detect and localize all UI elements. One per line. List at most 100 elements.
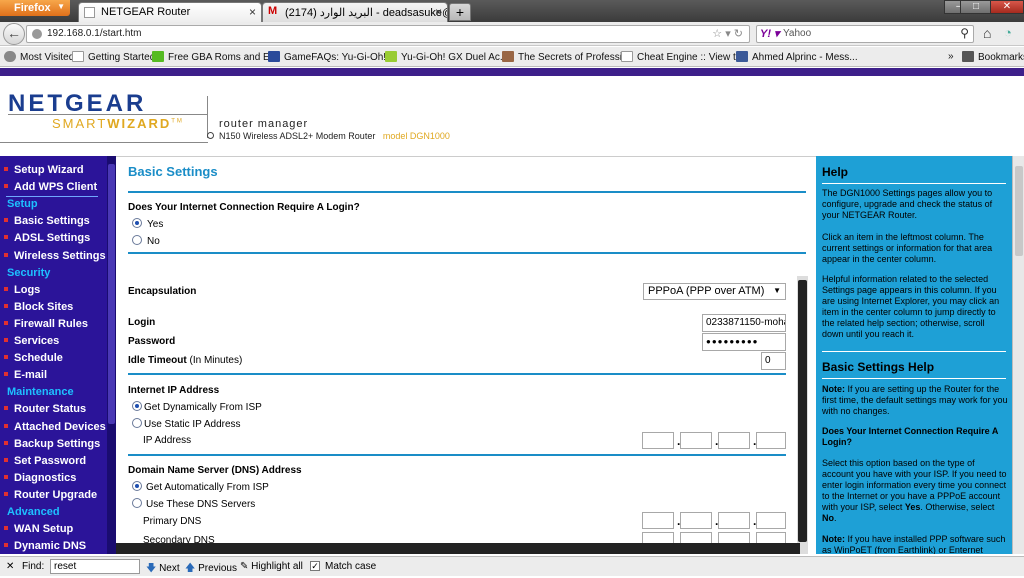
firefox-menu-button[interactable]: Firefox ▼ bbox=[0, 0, 70, 16]
menu-item-label: Diagnostics bbox=[14, 471, 77, 484]
find-previous-button[interactable]: 🡅 Previous bbox=[185, 561, 237, 578]
login-input[interactable]: 0233871150-moha bbox=[702, 314, 786, 332]
menu-item-label: Attached Devices bbox=[14, 420, 106, 433]
menu-item-services[interactable]: Services bbox=[4, 335, 59, 347]
menu-item-label: Block Sites bbox=[14, 300, 74, 313]
menu-item-e-mail[interactable]: E-mail bbox=[4, 369, 47, 381]
content-scrollbar[interactable] bbox=[797, 276, 808, 554]
menu-item-router-status[interactable]: Router Status bbox=[4, 403, 86, 415]
bookmark-gba-roms[interactable]: Free GBA Roms and E... bbox=[152, 51, 278, 63]
bookmark-facebook[interactable]: Ahmed Alprinc - Mess... bbox=[736, 51, 858, 63]
url-bar[interactable]: 192.168.0.1/start.htm ☆ ▾ ↻ bbox=[26, 25, 750, 43]
menu-item-backup-settings[interactable]: Backup Settings bbox=[4, 438, 100, 450]
help-scrollbar[interactable] bbox=[1012, 156, 1024, 554]
close-find-icon[interactable]: ✕ bbox=[6, 561, 14, 572]
bookmark-getting-started[interactable]: Getting Started bbox=[72, 51, 155, 63]
bookmarks-menu[interactable]: Bookmarks bbox=[962, 51, 1024, 63]
menu-item-add-wps-client[interactable]: Add WPS Client bbox=[4, 181, 97, 193]
menu-item-block-sites[interactable]: Block Sites bbox=[4, 301, 73, 313]
dns-auto-radio[interactable] bbox=[132, 481, 142, 491]
menu-item-wan-setup[interactable]: WAN Setup bbox=[4, 523, 73, 535]
highlight-all-button[interactable]: ✎ Highlight all bbox=[240, 561, 303, 572]
scroll-thumb[interactable] bbox=[108, 164, 115, 424]
menu-item-label: Backup Settings bbox=[14, 437, 101, 450]
menu-item-router-upgrade[interactable]: Router Upgrade bbox=[4, 489, 97, 501]
menu-scrollbar[interactable] bbox=[107, 156, 116, 554]
menu-item-basic-settings[interactable]: Basic Settings bbox=[4, 215, 90, 227]
note-label: Note: bbox=[822, 384, 845, 394]
menu-item-set-password[interactable]: Set Password bbox=[4, 455, 86, 467]
menu-item-firewall-rules[interactable]: Firewall Rules bbox=[4, 318, 88, 330]
menu-item-setup-wizard[interactable]: Setup Wizard bbox=[4, 164, 84, 176]
ip-octet-2[interactable] bbox=[680, 432, 712, 449]
menu-item-schedule[interactable]: Schedule bbox=[4, 352, 63, 364]
reload-icon[interactable]: ↻ bbox=[734, 28, 743, 40]
back-button[interactable]: ← bbox=[3, 23, 25, 45]
addon-icon[interactable]: ◔ bbox=[1004, 25, 1012, 40]
divider bbox=[128, 454, 786, 456]
scroll-thumb[interactable] bbox=[1015, 166, 1023, 256]
help-section-title: Basic Settings Help bbox=[822, 360, 935, 374]
help-note: Note: If you have installed PPP software… bbox=[822, 534, 1008, 554]
bookmark-yugioh-duel[interactable]: Yu-Gi-Oh! GX Duel Ac... bbox=[385, 51, 508, 63]
bullet-icon bbox=[4, 457, 8, 462]
left-menu: Setup Wizard Add WPS Client Setup Basic Set… bbox=[0, 156, 116, 554]
password-input[interactable]: ●●●●●●●●● bbox=[702, 333, 786, 351]
history-dropdown-icon[interactable]: ▾ bbox=[725, 28, 731, 40]
primary-dns-octet-2[interactable] bbox=[680, 512, 712, 529]
menu-heading-security: Security bbox=[7, 266, 51, 279]
firefox-menu-label: Firefox bbox=[14, 2, 51, 14]
login-no-radio[interactable] bbox=[132, 235, 142, 245]
primary-dns-octet-4[interactable] bbox=[756, 512, 786, 529]
idle-timeout-input[interactable]: 0 bbox=[761, 352, 786, 370]
bullet-icon bbox=[4, 338, 8, 342]
primary-dns-octet-3[interactable] bbox=[718, 512, 750, 529]
ip-section-title: Internet IP Address bbox=[128, 385, 220, 396]
close-tab-icon[interactable]: × bbox=[249, 5, 256, 19]
find-label: Find: bbox=[22, 561, 45, 572]
find-input[interactable]: reset bbox=[50, 559, 140, 574]
find-next-button[interactable]: 🡇 Next bbox=[146, 561, 180, 578]
menu-item-adsl-settings[interactable]: ADSL Settings bbox=[4, 232, 90, 244]
tab-netgear-router[interactable]: NETGEAR Router × bbox=[78, 2, 262, 22]
ip-dynamic-radio[interactable] bbox=[132, 401, 142, 411]
divider bbox=[6, 196, 98, 198]
bullet-icon bbox=[4, 320, 8, 325]
menu-item-diagnostics[interactable]: Diagnostics bbox=[4, 472, 76, 484]
home-icon[interactable]: ⌂ bbox=[983, 25, 991, 41]
bookmark-star-icon[interactable]: ☆ bbox=[712, 28, 722, 40]
menu-item-logs[interactable]: Logs bbox=[4, 284, 40, 296]
bookmark-most-visited[interactable]: Most Visited bbox=[4, 51, 74, 63]
ip-octet-4[interactable] bbox=[756, 432, 786, 449]
help-question: Does Your Internet Connection Require A … bbox=[822, 426, 999, 447]
bookmark-gamefaqs[interactable]: GameFAQs: Yu-Gi-Oh!... bbox=[268, 51, 394, 63]
scroll-thumb[interactable] bbox=[798, 280, 807, 542]
new-tab-button[interactable]: + bbox=[449, 3, 471, 21]
bookmark-secrets[interactable]: The Secrets of Professi... bbox=[502, 51, 630, 63]
bookmark-cheat-engine[interactable]: Cheat Engine :: View t... bbox=[621, 51, 744, 63]
ip-dynamic-label: Get Dynamically From ISP bbox=[144, 402, 262, 413]
maximize-button[interactable]: □ bbox=[960, 0, 992, 14]
ip-static-radio[interactable] bbox=[132, 418, 142, 428]
ip-static-label: Use Static IP Address bbox=[144, 419, 241, 430]
close-tab-icon[interactable]: × bbox=[435, 5, 442, 19]
encapsulation-select[interactable]: PPPoA (PPP over ATM) ▼ bbox=[643, 283, 786, 300]
menu-item-wireless-settings[interactable]: Wireless Settings bbox=[4, 250, 106, 262]
horizontal-scrollbar[interactable] bbox=[116, 543, 800, 554]
primary-dns-label: Primary DNS bbox=[143, 516, 202, 527]
dns-manual-radio[interactable] bbox=[132, 498, 142, 508]
menu-item-attached-devices[interactable]: Attached Devices bbox=[4, 421, 106, 433]
bookmark-label: The Secrets of Professi... bbox=[518, 52, 631, 63]
match-case-checkbox[interactable]: ✓ bbox=[310, 561, 320, 571]
search-icon[interactable]: ⚲ bbox=[960, 26, 969, 40]
tab-gmail-inbox[interactable]: M البريد الوارد (2174) - deadsasuke@g...… bbox=[262, 2, 448, 22]
ip-octet-3[interactable] bbox=[718, 432, 750, 449]
search-bar[interactable]: Y! ▾ Yahoo ⚲ bbox=[756, 25, 974, 43]
menu-item-dynamic-dns[interactable]: Dynamic DNS bbox=[4, 540, 86, 552]
primary-dns-octet-1[interactable] bbox=[642, 512, 674, 529]
idle-timeout-label: Idle Timeout (In Minutes) bbox=[128, 355, 242, 366]
close-window-button[interactable]: ✕ bbox=[990, 0, 1024, 14]
ip-octet-1[interactable] bbox=[642, 432, 674, 449]
login-yes-radio[interactable] bbox=[132, 218, 142, 228]
bookmarks-overflow[interactable]: » bbox=[948, 51, 954, 62]
